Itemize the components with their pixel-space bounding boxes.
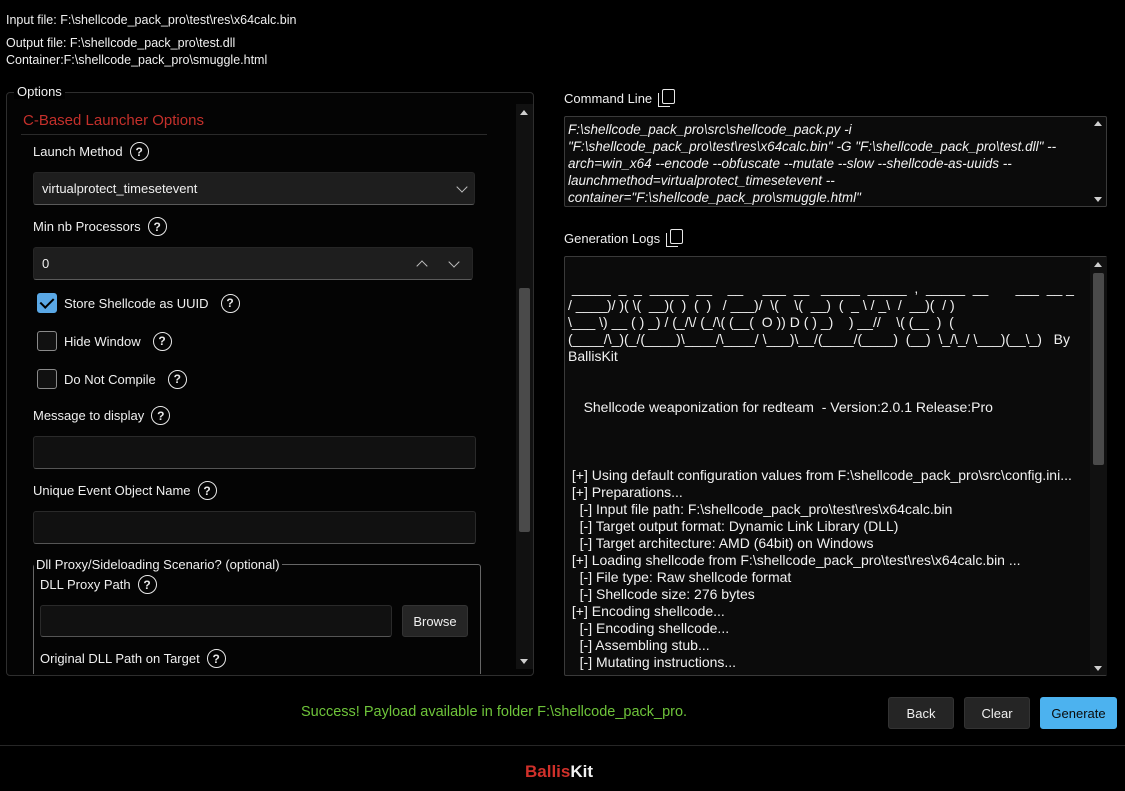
message-input[interactable] <box>33 436 476 469</box>
container-file-text: Container:F:\shellcode_pack_pro\smuggle.… <box>6 53 268 67</box>
help-icon[interactable]: ? <box>220 293 240 313</box>
help-icon[interactable]: ? <box>206 649 226 668</box>
scroll-up-icon[interactable] <box>1094 121 1102 126</box>
help-icon[interactable]: ? <box>197 481 217 500</box>
help-icon[interactable]: ? <box>152 331 172 351</box>
hide-window-option[interactable]: Hide Window ? <box>37 331 172 351</box>
do-not-compile-checkbox[interactable] <box>37 369 57 389</box>
store-uuid-option[interactable]: Store Shellcode as UUID ? <box>37 293 240 313</box>
min-processors-label: Min nb Processors ? <box>33 217 167 236</box>
do-not-compile-option[interactable]: Do Not Compile ? <box>37 369 187 389</box>
options-scrollbar[interactable] <box>516 104 533 669</box>
min-processors-spinbox[interactable]: 0 <box>33 247 473 280</box>
min-processors-label-text: Min nb Processors <box>33 219 141 234</box>
command-line-text[interactable]: F:\shellcode_pack_pro\src\shellcode_pack… <box>564 116 1107 207</box>
command-line-label-text: Command Line <box>564 90 653 106</box>
generation-logs-label-text: Generation Logs <box>564 230 661 246</box>
launch-method-label: Launch Method ? <box>33 142 149 161</box>
command-line-scrollbar[interactable] <box>1090 117 1107 206</box>
section-divider <box>21 134 487 135</box>
scroll-down-icon[interactable] <box>1094 666 1102 671</box>
message-label: Message to display ? <box>33 406 171 425</box>
chevron-down-icon[interactable] <box>448 255 460 268</box>
copy-icon[interactable] <box>666 229 684 247</box>
launch-method-value: virtualprotect_timesetevent <box>42 181 198 196</box>
generation-logs-text[interactable]: _____ _ _ _____ __ __ ___ __ _____ _____… <box>564 256 1107 676</box>
clear-button[interactable]: Clear <box>964 697 1030 729</box>
event-name-label-text: Unique Event Object Name <box>33 483 191 498</box>
help-icon[interactable]: ? <box>129 142 149 161</box>
dll-proxy-group-legend: Dll Proxy/Sideloading Scenario? (optiona… <box>34 557 282 572</box>
scrollbar-thumb[interactable] <box>1093 273 1104 465</box>
help-icon[interactable]: ? <box>147 217 167 236</box>
browse-button[interactable]: Browse <box>402 605 468 637</box>
input-file-text: Input file: F:\shellcode_pack_pro\test\r… <box>6 13 297 27</box>
chevron-down-icon <box>456 180 468 193</box>
scroll-down-icon[interactable] <box>520 659 528 664</box>
generate-button[interactable]: Generate <box>1040 697 1117 729</box>
copy-icon[interactable] <box>658 89 676 107</box>
hide-window-label: Hide Window <box>64 333 141 349</box>
dll-proxy-path-label: DLL Proxy Path ? <box>40 575 157 594</box>
logs-scrollbar[interactable] <box>1090 257 1107 675</box>
brand-part-2: Kit <box>570 762 594 781</box>
dll-proxy-path-input[interactable] <box>40 605 392 637</box>
store-uuid-checkbox[interactable] <box>37 293 57 313</box>
do-not-compile-label: Do Not Compile <box>64 371 156 387</box>
launcher-options-title: C-Based Launcher Options <box>23 112 204 129</box>
scroll-up-icon[interactable] <box>1094 262 1102 267</box>
original-dll-label: Original DLL Path on Target ? <box>40 649 226 668</box>
brand-logo: BallisKit <box>525 762 593 782</box>
scrollbar-thumb[interactable] <box>519 288 530 532</box>
help-icon[interactable]: ? <box>137 575 157 594</box>
launch-method-dropdown[interactable]: virtualprotect_timesetevent <box>33 172 475 205</box>
original-dll-label-text: Original DLL Path on Target <box>40 651 200 666</box>
chevron-up-icon[interactable] <box>416 259 428 272</box>
launch-method-label-text: Launch Method <box>33 144 123 159</box>
options-scroll-area: C-Based Launcher Options Launch Method ?… <box>7 100 513 674</box>
help-icon[interactable]: ? <box>167 369 187 389</box>
scroll-up-icon[interactable] <box>520 110 528 115</box>
help-icon[interactable]: ? <box>151 406 171 425</box>
event-name-label: Unique Event Object Name ? <box>33 481 217 500</box>
back-button[interactable]: Back <box>888 697 954 729</box>
options-legend: Options <box>14 84 65 99</box>
spin-buttons <box>416 255 460 272</box>
message-label-text: Message to display <box>33 408 145 423</box>
footer-divider <box>0 745 1125 746</box>
success-message: Success! Payload available in folder F:\… <box>301 704 688 720</box>
brand-part-1: Ballis <box>525 762 571 781</box>
generation-logs-label: Generation Logs <box>564 229 684 247</box>
store-uuid-label: Store Shellcode as UUID <box>64 295 209 311</box>
dll-proxy-path-label-text: DLL Proxy Path <box>40 577 131 592</box>
output-file-text: Output file: F:\shellcode_pack_pro\test.… <box>6 36 236 50</box>
command-line-label: Command Line <box>564 89 676 107</box>
event-name-input[interactable] <box>33 511 476 544</box>
scroll-down-icon[interactable] <box>1094 197 1102 202</box>
min-processors-value: 0 <box>42 256 50 271</box>
hide-window-checkbox[interactable] <box>37 331 57 351</box>
